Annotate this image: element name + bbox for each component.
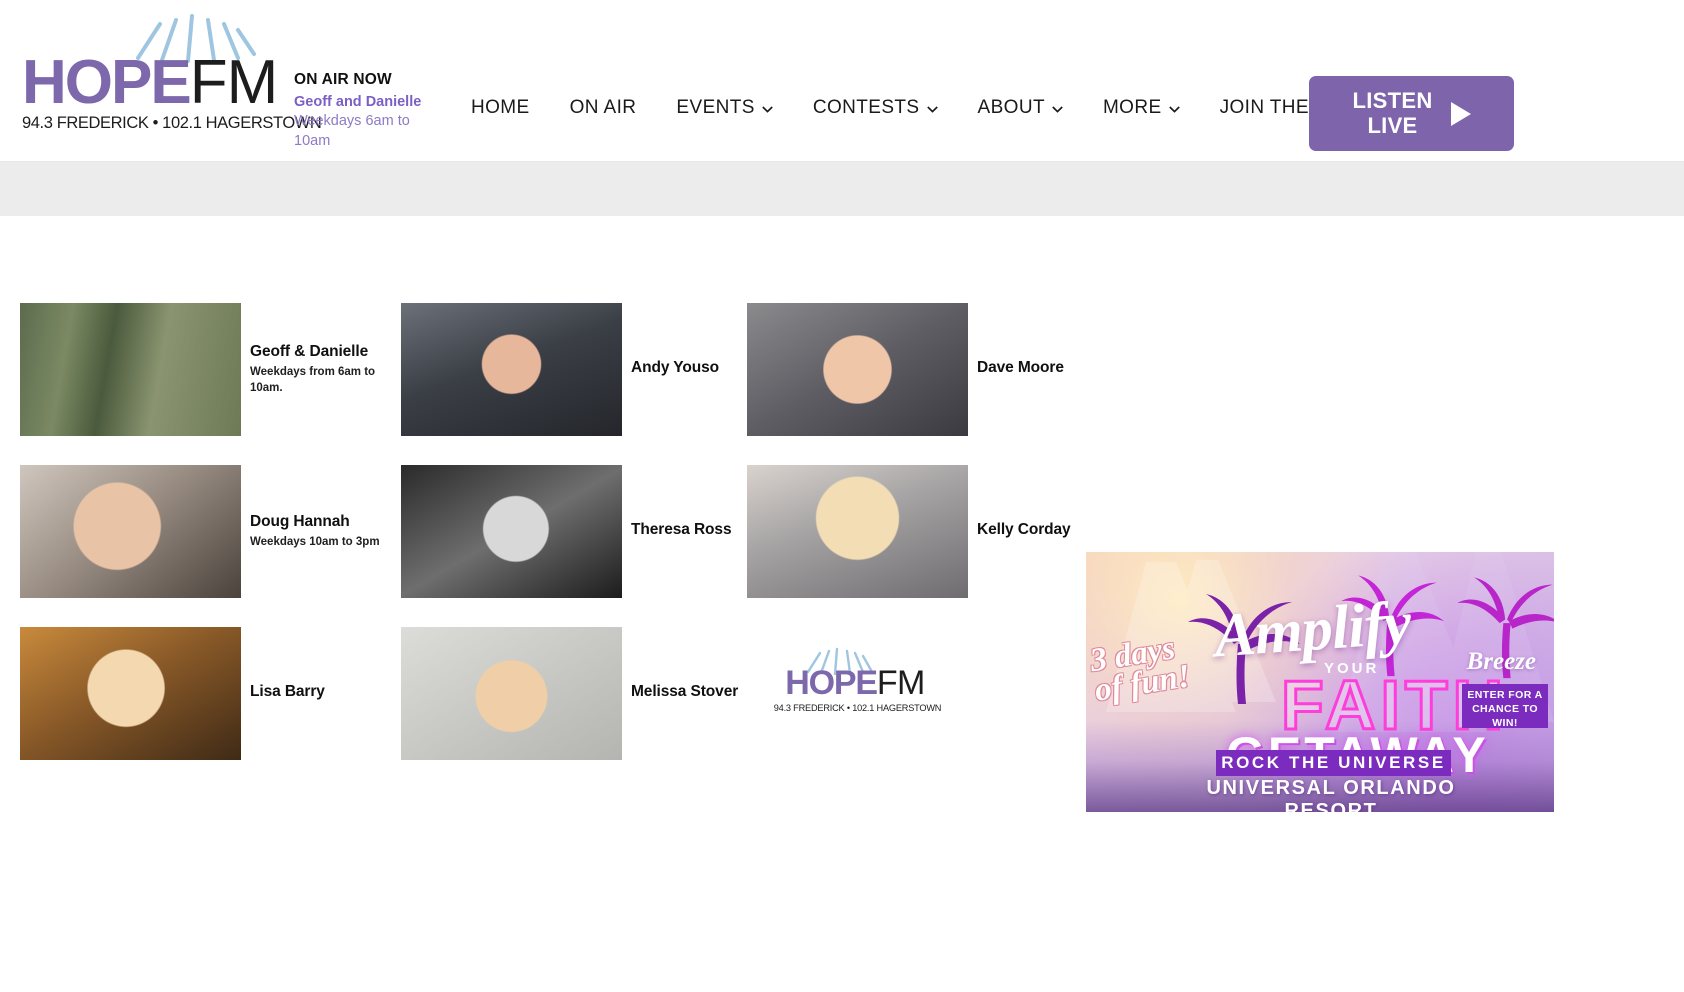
nav-item-on-air[interactable]: ON AIR xyxy=(550,97,657,119)
dj-name: Dave Moore xyxy=(977,358,1064,376)
play-icon xyxy=(1450,101,1471,126)
logo-tagline: 94.3 FREDERICK • 102.1 HAGERSTOWN xyxy=(773,702,942,713)
dj-card[interactable]: Kelly Corday xyxy=(747,450,1093,612)
on-air-show-name[interactable]: Geoff and Danielle xyxy=(294,93,446,113)
dj-card[interactable]: Doug Hannah Weekdays 10am to 3pm xyxy=(20,450,401,612)
dj-photo xyxy=(20,626,241,760)
logo-tagline: 94.3 FREDERICK • 102.1 HAGERSTOWN xyxy=(22,114,322,132)
dj-info: Melissa Stover xyxy=(622,682,738,704)
logo-hope-text: HOPE xyxy=(785,663,878,702)
main-navigation: HOME ON AIR EVENTS CONTESTS ABOUT MORE J… xyxy=(471,97,1428,119)
dj-schedule: Weekdays from 6am to 10am. xyxy=(250,366,376,395)
logo-hope-text: HOPE xyxy=(22,48,192,118)
listen-live-line1: LISTEN xyxy=(1352,87,1433,113)
nav-item-events[interactable]: EVENTS xyxy=(656,97,792,119)
nav-item-home[interactable]: HOME xyxy=(471,97,550,119)
dj-schedule: Weekdays 10am to 3pm xyxy=(250,536,380,549)
dj-photo xyxy=(401,626,622,760)
ad-rock-the-universe-text: ROCK THE UNIVERSE xyxy=(1216,750,1451,776)
dj-card[interactable]: Theresa Ross xyxy=(401,450,747,612)
dj-photo xyxy=(747,302,968,436)
dj-photo xyxy=(20,302,241,436)
nav-item-about[interactable]: ABOUT xyxy=(958,97,1083,119)
station-logo-tile: HOPE FM 94.3 FREDERICK • 102.1 HAGERSTOW… xyxy=(747,626,968,760)
chevron-down-icon xyxy=(1052,105,1063,113)
dj-name: Theresa Ross xyxy=(631,520,732,538)
chevron-down-icon xyxy=(762,105,773,113)
on-air-now-label: ON AIR NOW xyxy=(294,71,392,88)
dj-photo xyxy=(401,302,622,436)
ad-breeze-logo: Breeze xyxy=(1466,648,1536,675)
advertisement-banner[interactable]: 3 days of fun! Amplify YOUR FAITH GETAWA… xyxy=(1086,552,1554,812)
dj-name: Doug Hannah xyxy=(250,512,350,530)
main-content: Geoff & Danielle Weekdays from 6am to 10… xyxy=(0,216,1684,992)
dj-card[interactable]: Dave Moore xyxy=(747,288,1093,450)
nav-item-contests[interactable]: CONTESTS xyxy=(793,97,958,119)
dj-name: Kelly Corday xyxy=(977,520,1071,538)
dj-name: Melissa Stover xyxy=(631,682,739,700)
dj-grid: Geoff & Danielle Weekdays from 6am to 10… xyxy=(20,288,1093,774)
ad-enter-to-win-button[interactable]: ENTER FOR A CHANCE TO WIN! xyxy=(1462,684,1548,729)
chevron-down-icon xyxy=(926,105,938,113)
dj-photo xyxy=(747,464,968,598)
logo-fm-text: FM xyxy=(876,663,926,702)
dj-name: Lisa Barry xyxy=(250,682,325,700)
site-logo[interactable]: HOPE FM 94.3 FREDERICK • 102.1 HAGERSTOW… xyxy=(22,14,322,139)
dj-info: Andy Youso xyxy=(622,358,719,380)
dj-card[interactable]: HOPE FM 94.3 FREDERICK • 102.1 HAGERSTOW… xyxy=(747,612,1093,774)
nav-label: ABOUT xyxy=(977,97,1045,118)
nav-label: MORE xyxy=(1102,97,1162,118)
listen-live-label: LISTEN LIVE xyxy=(1352,87,1433,138)
dj-photo xyxy=(401,464,622,598)
on-air-show-time: Weekdays 6am to 10am xyxy=(294,113,410,149)
dj-card[interactable]: Geoff & Danielle Weekdays from 6am to 10… xyxy=(20,288,401,450)
on-air-now-block: ON AIR NOW Geoff and Danielle Weekdays 6… xyxy=(294,69,446,151)
dj-info: Dave Moore xyxy=(968,358,1064,380)
nav-label: ON AIR xyxy=(569,97,637,118)
logo-fm-text: FM xyxy=(189,48,279,118)
nav-label: HOME xyxy=(471,97,530,118)
dj-info: Lisa Barry xyxy=(241,682,325,704)
dj-info: Geoff & Danielle Weekdays from 6am to 10… xyxy=(241,342,401,397)
sub-header-strip xyxy=(0,162,1684,216)
dj-name: Andy Youso xyxy=(631,358,719,376)
dj-photo xyxy=(20,464,241,598)
nav-label: CONTESTS xyxy=(812,97,920,118)
dj-card[interactable]: Lisa Barry xyxy=(20,612,401,774)
dj-name: Geoff & Danielle xyxy=(250,342,369,360)
ad-resort-text: UNIVERSAL ORLANDO RESORT xyxy=(1206,777,1456,812)
chevron-down-icon xyxy=(1168,105,1180,113)
nav-label: EVENTS xyxy=(676,97,755,118)
listen-live-button[interactable]: LISTEN LIVE xyxy=(1309,76,1514,151)
dj-info: Kelly Corday xyxy=(968,520,1071,542)
dj-info: Doug Hannah Weekdays 10am to 3pm xyxy=(241,512,380,550)
listen-live-line2: LIVE xyxy=(1367,112,1418,138)
site-header: HOPE FM 94.3 FREDERICK • 102.1 HAGERSTOW… xyxy=(0,0,1684,162)
nav-item-more[interactable]: MORE xyxy=(1083,97,1200,119)
dj-card[interactable]: Andy Youso xyxy=(401,288,747,450)
dj-info: Theresa Ross xyxy=(622,520,732,542)
dj-card[interactable]: Melissa Stover xyxy=(401,612,747,774)
